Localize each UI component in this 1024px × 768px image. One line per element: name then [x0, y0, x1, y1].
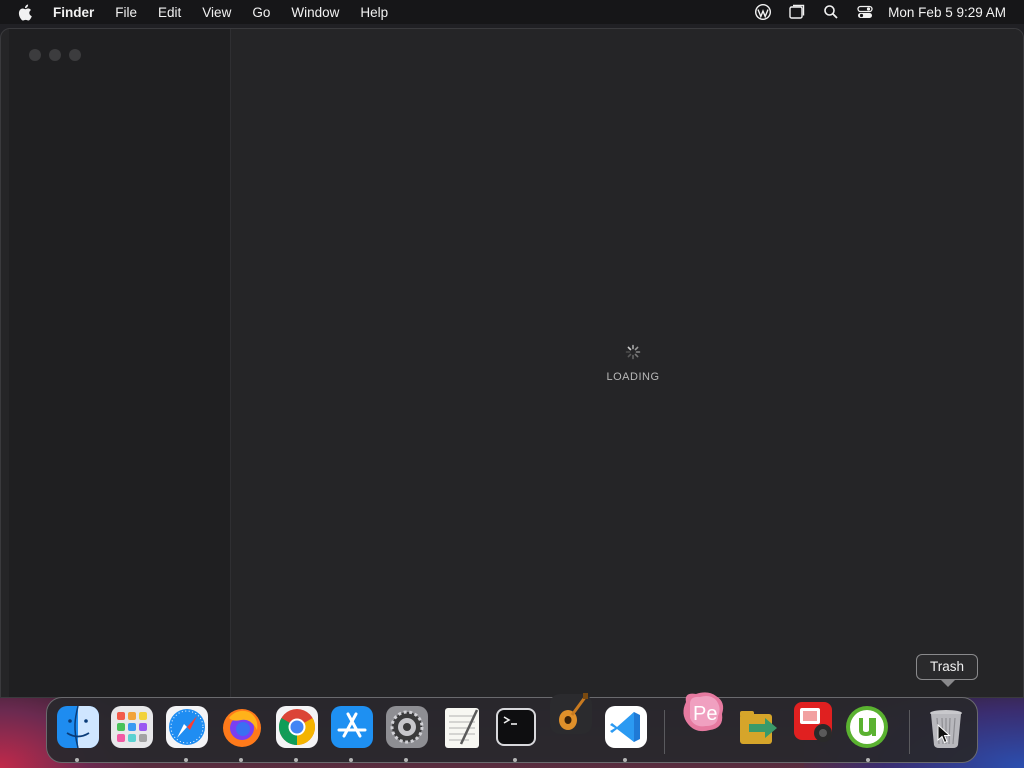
menu-file[interactable]: File: [115, 5, 137, 20]
terminal-icon[interactable]: [493, 704, 539, 750]
dock-tooltip: Trash: [916, 654, 978, 687]
window-sidebar: [9, 29, 231, 697]
menu-app-name[interactable]: Finder: [53, 5, 94, 20]
garageband-icon[interactable]: [548, 690, 594, 736]
system-settings-running-dot: [404, 758, 408, 762]
utorrent-icon[interactable]: [844, 704, 890, 750]
menu-go[interactable]: Go: [252, 5, 270, 20]
chrome-running-dot: [294, 758, 298, 762]
utorrent-running-dot: [866, 758, 870, 762]
firefox-icon[interactable]: [219, 704, 265, 750]
terminal-running-dot: [513, 758, 517, 762]
dock: Pe: [46, 692, 978, 763]
launchpad-icon[interactable]: [109, 704, 155, 750]
chrome-icon[interactable]: [274, 704, 320, 750]
spinner-icon: [625, 344, 641, 360]
close-button[interactable]: [29, 49, 41, 61]
menu-help[interactable]: Help: [360, 5, 388, 20]
premiere-elements-icon[interactable]: Pe: [680, 688, 726, 734]
search-icon[interactable]: [822, 3, 840, 21]
app-store-icon[interactable]: [329, 704, 375, 750]
loading-indicator: LOADING: [602, 344, 664, 383]
app-window: LOADING: [0, 28, 1024, 698]
safari-running-dot: [184, 758, 188, 762]
vscode-icon[interactable]: [603, 704, 649, 750]
vscode-running-dot: [623, 758, 627, 762]
mouse-cursor-icon: [937, 724, 951, 744]
zoom-button[interactable]: [69, 49, 81, 61]
minimize-button[interactable]: [49, 49, 61, 61]
apple-menu-icon[interactable]: [17, 4, 37, 21]
svg-text:Pe: Pe: [693, 703, 717, 725]
firefox-running-dot: [239, 758, 243, 762]
safari-icon[interactable]: [164, 704, 210, 750]
loading-label: LOADING: [606, 371, 660, 383]
file-transfer-icon[interactable]: [735, 704, 781, 750]
finder-running-dot: [75, 758, 79, 762]
dock-separator-trash: [909, 710, 910, 754]
system-settings-icon[interactable]: [384, 704, 430, 750]
menu-bar: Finder File Edit View Go Window Help Mon…: [0, 0, 1024, 24]
window-content: LOADING: [232, 29, 1023, 697]
textedit-icon[interactable]: [439, 704, 485, 750]
menu-view[interactable]: View: [202, 5, 231, 20]
window-icon[interactable]: [788, 3, 806, 21]
dock-separator: [664, 710, 665, 754]
app-store-running-dot: [349, 758, 353, 762]
menu-edit[interactable]: Edit: [158, 5, 181, 20]
photo-booth-icon[interactable]: [790, 698, 836, 744]
menubar-clock[interactable]: Mon Feb 5 9:29 AM: [888, 5, 1006, 20]
window-controls: [29, 49, 81, 61]
finder-icon[interactable]: [55, 704, 101, 750]
wordpress-icon[interactable]: [754, 3, 772, 21]
control-center-icon[interactable]: [856, 3, 874, 21]
menu-window[interactable]: Window: [291, 5, 339, 20]
